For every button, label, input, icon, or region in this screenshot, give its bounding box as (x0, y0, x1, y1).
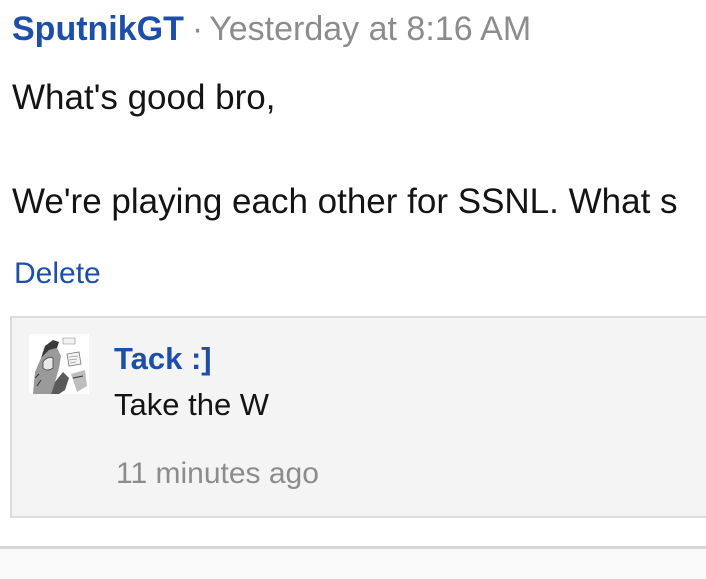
header-separator: · (191, 10, 204, 48)
post-message: What's good bro, We're playing each othe… (12, 74, 706, 226)
message-line: We're playing each other for SSNL. What … (12, 182, 678, 221)
profile-post: SputnikGT · Yesterday at 8:16 AM What's go… (0, 0, 706, 579)
comment-author-link[interactable]: Tack :] (114, 340, 212, 378)
post-timestamp[interactable]: Yesterday at 8:16 AM (209, 10, 531, 48)
comment-avatar[interactable] (29, 334, 89, 394)
delete-link[interactable]: Delete (14, 256, 101, 292)
next-post-area (0, 549, 706, 579)
manga-avatar-icon (29, 334, 89, 394)
post-header: SputnikGT · Yesterday at 8:16 AM (12, 8, 531, 50)
post-author-link[interactable]: SputnikGT (12, 10, 184, 48)
comment-text: Take the W (114, 387, 270, 422)
comment-box: Tack :] Take the W 11 minutes ago (10, 316, 706, 518)
comment-timestamp[interactable]: 11 minutes ago (116, 455, 319, 493)
message-line: What's good bro, (12, 78, 276, 117)
